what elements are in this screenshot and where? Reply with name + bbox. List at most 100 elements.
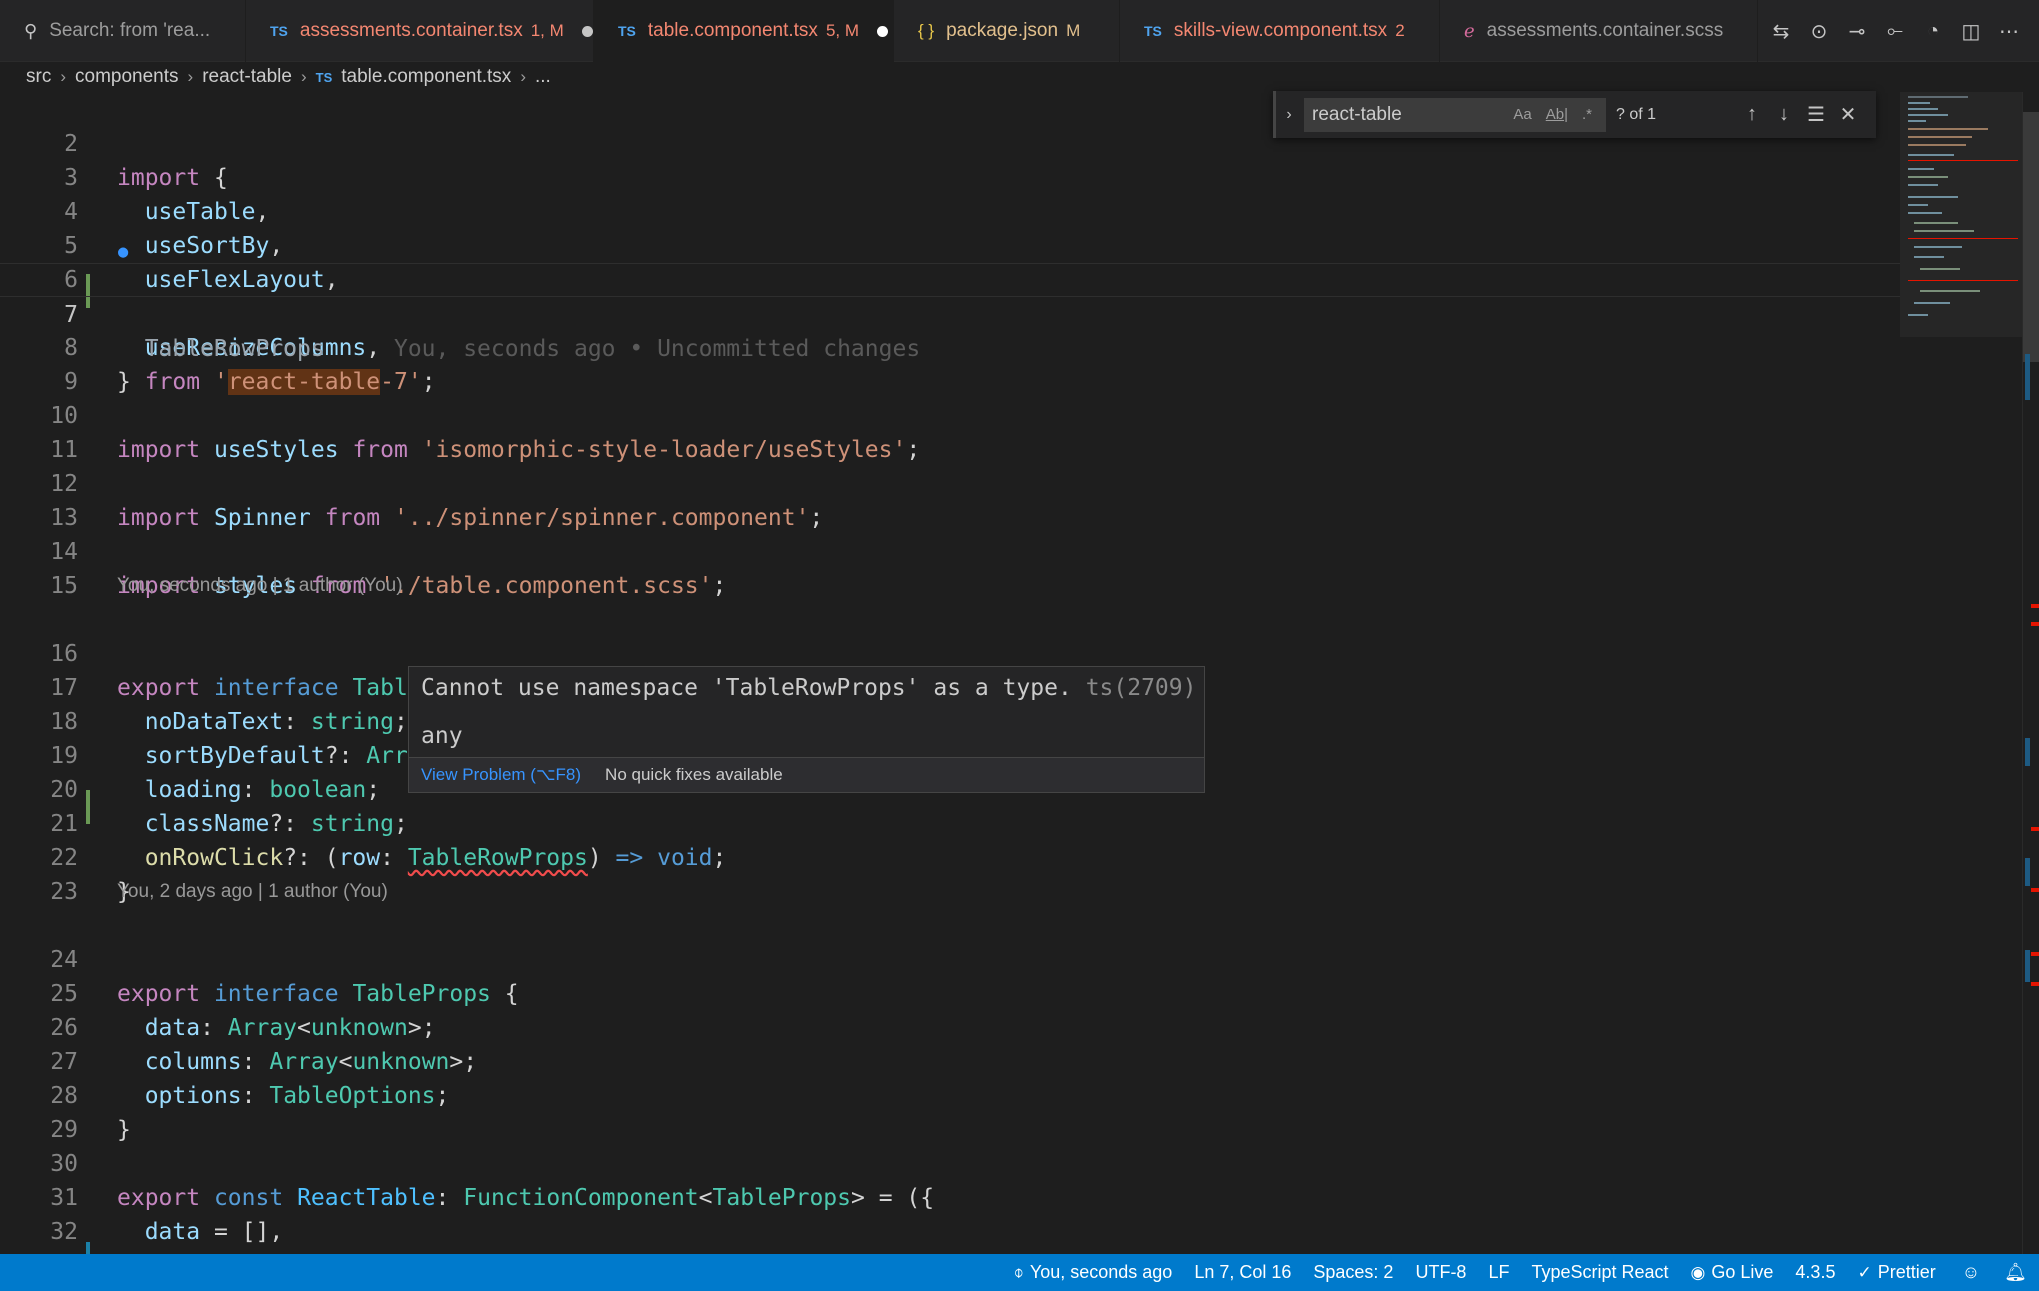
typescript-icon: TS: [1144, 23, 1162, 39]
hover-type: any: [421, 723, 463, 749]
code-line[interactable]: 14 import styles from './table.component…: [0, 501, 1900, 599]
check-all-icon: ✓: [1857, 1262, 1872, 1282]
typescript-icon: TS: [315, 69, 333, 85]
tab-package-json[interactable]: { } package.json M: [894, 0, 1120, 62]
tab-badge: 1, M: [530, 21, 564, 40]
codelens-blame[interactable]: You, 2 days ago | 1 author (You): [117, 875, 388, 909]
notifications-bell-icon[interactable]: 🔔︎: [2004, 1262, 2027, 1283]
source-control-compare-icon[interactable]: ⇆: [1762, 15, 1800, 47]
code-line[interactable]: 25 data: Array<unknown>;: [0, 943, 1900, 1041]
find-input[interactable]: react-table Aa Ab| .*: [1304, 97, 1606, 132]
breadcrumb-item[interactable]: table.component.tsx: [341, 66, 511, 88]
broadcast-icon: ◉: [1690, 1262, 1706, 1282]
code-line[interactable]: 28 }: [0, 1045, 1900, 1143]
codelens-blame[interactable]: You, seconds ago | 1 author (You): [117, 569, 403, 603]
status-cursor-position[interactable]: Ln 7, Col 16: [1194, 1262, 1291, 1283]
tab-badge: M: [1066, 21, 1081, 40]
status-go-live[interactable]: ◉ Go Live: [1691, 1262, 1774, 1283]
breadcrumb-item[interactable]: react-table: [202, 66, 292, 88]
scrollbar-error-marker: [2031, 982, 2039, 986]
more-actions-icon[interactable]: ⋯: [1990, 15, 2028, 47]
status-language[interactable]: TypeScript React: [1531, 1262, 1668, 1283]
code-line[interactable]: 22 }: [0, 807, 1900, 905]
match-case-icon[interactable]: Aa: [1513, 106, 1531, 123]
code-line[interactable]: 33 options: {: [0, 1215, 1900, 1254]
code-line[interactable]: 9: [0, 331, 1900, 395]
status-blame-label: You, seconds ago: [1029, 1262, 1173, 1282]
chevron-right-icon: ›: [520, 67, 526, 86]
previous-match-icon[interactable]: ↑: [1736, 103, 1768, 126]
tab-assessments-scss[interactable]: ℯ assessments.container.scss: [1440, 0, 1758, 62]
feedback-icon[interactable]: ☺: [1962, 1262, 1980, 1283]
find-in-selection-icon[interactable]: ☰: [1800, 102, 1832, 127]
code-line[interactable]: 13: [0, 467, 1900, 531]
sass-icon: ℯ: [1464, 20, 1475, 41]
status-eol[interactable]: LF: [1488, 1262, 1509, 1283]
status-prettier[interactable]: ✓ Prettier: [1857, 1262, 1935, 1283]
tab-skills-view[interactable]: TS skills-view.component.tsx 2: [1120, 0, 1440, 62]
json-icon: { }: [918, 21, 935, 40]
match-whole-word-icon[interactable]: Ab|: [1546, 106, 1568, 123]
close-icon[interactable]: ✕: [1832, 102, 1864, 127]
minimap[interactable]: [1900, 92, 2022, 1254]
breadcrumb: src › components › react-table › TS tabl…: [0, 62, 1926, 92]
code-line[interactable]: 23: [0, 841, 1900, 905]
dirty-dot-icon[interactable]: [877, 25, 888, 37]
tab-label: skills-view.component.tsx: [1173, 20, 1388, 41]
code-line[interactable]: 11: [0, 399, 1900, 463]
editor-actions: ⇆ ⊙ ⊸ ⟜ ◔ ◫ ⋯: [1762, 0, 2028, 62]
hover-widget: Cannot use namespace 'TableRowProps' as …: [408, 666, 1205, 793]
hover-message: Cannot use namespace 'TableRowProps' as …: [421, 675, 1196, 701]
typescript-icon: TS: [618, 23, 636, 39]
find-query[interactable]: react-table: [1312, 104, 1513, 126]
tab-label: package.json: [946, 20, 1059, 41]
status-indentation[interactable]: Spaces: 2: [1313, 1262, 1393, 1283]
code-line[interactable]: 32 columns = [],: [0, 1181, 1900, 1254]
code-line[interactable]: 4 useSortBy,: [0, 161, 1900, 259]
tab-label: assessments.container.tsx: [299, 20, 523, 41]
vertical-scrollbar[interactable]: [2022, 92, 2039, 1254]
code-line[interactable]: 30 export const ReactTable: FunctionComp…: [0, 1113, 1900, 1211]
tab-search[interactable]: ⚲ Search: from 'rea...: [0, 0, 246, 62]
code-line[interactable]: 26 columns: Array<unknown>;: [0, 977, 1900, 1075]
dirty-dot-icon[interactable]: [581, 25, 593, 37]
code-line[interactable]: 27 options: TableOptions;: [0, 1011, 1900, 1109]
next-match-icon[interactable]: ↓: [1768, 103, 1800, 126]
use-regex-icon[interactable]: .*: [1582, 106, 1592, 123]
status-bar: ⌽ You, seconds ago Ln 7, Col 16 Spaces: …: [0, 1254, 2039, 1291]
status-ts-version[interactable]: 4.3.5: [1795, 1262, 1835, 1283]
toggle-blame-icon[interactable]: ◔: [1914, 15, 1952, 47]
previous-revision-icon[interactable]: ⊸: [1838, 15, 1876, 47]
code-line[interactable]: 6 ● useResizeColumns,: [0, 229, 1900, 361]
view-problem-link[interactable]: View Problem (⌥F8): [421, 765, 581, 785]
error-message: Cannot use namespace 'TableRowProps' as …: [421, 675, 1072, 701]
scrollbar-thumb[interactable]: [2023, 112, 2039, 362]
code-line[interactable]: 29: [0, 1079, 1900, 1143]
code-line[interactable]: 31 data = [],: [0, 1147, 1900, 1245]
breadcrumb-item[interactable]: ...: [535, 66, 551, 88]
code-line[interactable]: 10 import useStyles from 'isomorphic-sty…: [0, 365, 1900, 463]
split-editor-icon[interactable]: ◫: [1952, 15, 1990, 47]
breadcrumb-item[interactable]: components: [75, 66, 179, 88]
code-line[interactable]: 8 } from 'react-table-7';: [0, 297, 1900, 395]
breadcrumb-item[interactable]: src: [26, 66, 51, 88]
scrollbar-error-marker: [2031, 622, 2039, 626]
status-go-live-label: Go Live: [1711, 1262, 1774, 1282]
code-line[interactable]: 24 export interface TableProps {: [0, 909, 1900, 1007]
open-changes-icon[interactable]: ⊙: [1800, 15, 1838, 47]
code-line[interactable]: 16 export interface TableOptions {: [0, 603, 1900, 701]
next-revision-icon[interactable]: ⟜: [1876, 15, 1914, 47]
code-line[interactable]: 5 useFlexLayout,: [0, 195, 1900, 293]
toggle-replace-chevron-icon[interactable]: ›: [1276, 106, 1302, 124]
find-widget: › react-table Aa Ab| .* ? of 1 ↑ ↓ ☰ ✕: [1273, 91, 1876, 138]
tab-assessments-container[interactable]: TS assessments.container.tsx 1, M: [246, 0, 594, 62]
tab-table-component[interactable]: TS table.component.tsx 5, M: [594, 0, 894, 62]
code-line[interactable]: 12 import Spinner from '../spinner/spinn…: [0, 433, 1900, 531]
status-blame[interactable]: ⌽ You, seconds ago: [1014, 1262, 1173, 1283]
no-quick-fixes-label: No quick fixes available: [605, 765, 783, 784]
code-line-current[interactable]: 7 TableRowProps You, seconds ago • Uncom…: [0, 263, 1900, 362]
code-line[interactable]: 15: [0, 535, 1900, 599]
status-encoding[interactable]: UTF-8: [1415, 1262, 1466, 1283]
scrollbar-change-marker: [2025, 738, 2030, 766]
typescript-icon: TS: [270, 23, 288, 39]
